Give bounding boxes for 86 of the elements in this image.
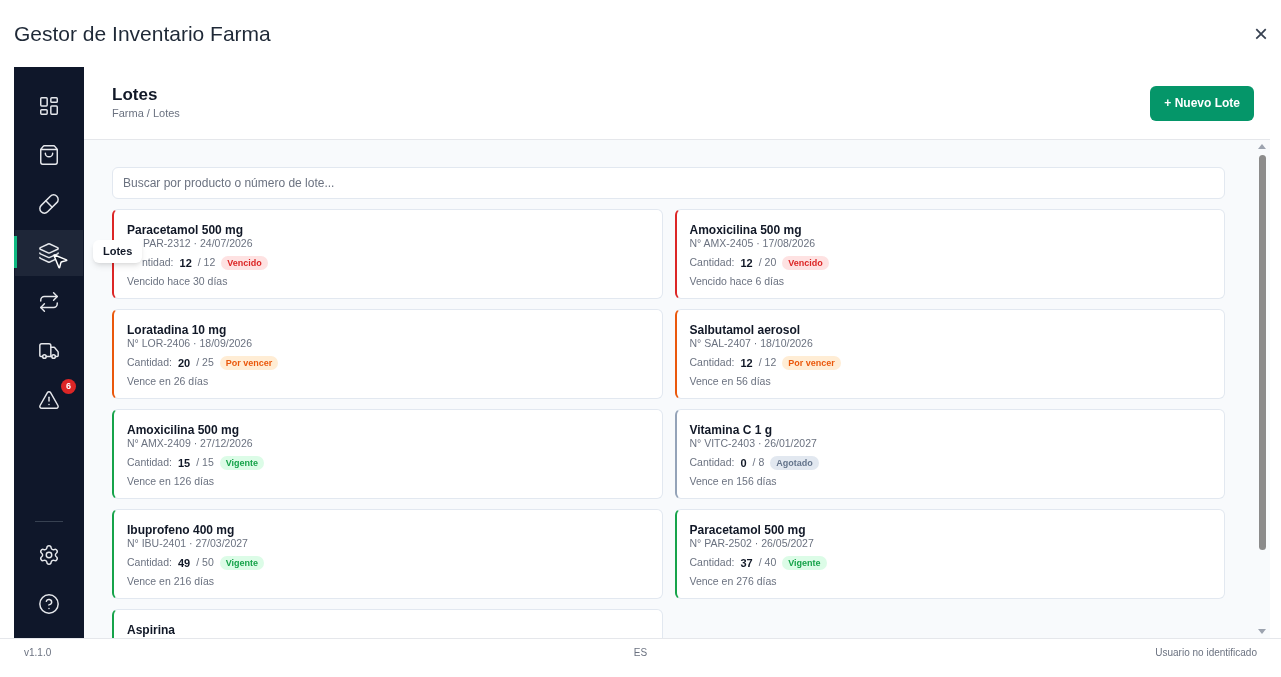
- quantity-value: 12: [740, 355, 753, 371]
- quantity-total: / 15: [196, 455, 214, 471]
- language-label: ES: [633, 645, 648, 660]
- quantity-label: Cantidad:: [689, 555, 735, 571]
- expiry-text: Vence en 156 días: [689, 475, 778, 488]
- quantity-value: 15: [177, 455, 191, 471]
- quantity-label: Cantidad:: [127, 555, 172, 571]
- cursor-icon: [51, 252, 69, 270]
- status-badge: Vigente: [219, 556, 265, 570]
- lot-card[interactable]: Aspirina: [112, 609, 663, 638]
- window-title: Gestor de Inventario Farma: [14, 20, 271, 47]
- quantity-total: / 8: [752, 455, 765, 471]
- product-name: Loratadina 10 mg: [127, 323, 228, 337]
- quantity-value: 49: [177, 555, 191, 571]
- lot-number: PAR-2312 · 24/07/2026: [142, 237, 254, 250]
- product-name: Aspirina: [127, 623, 176, 637]
- lot-number: N° LOR-2406 · 18/09/2026: [127, 337, 254, 350]
- status-badge: Agotado: [770, 456, 819, 470]
- close-button[interactable]: ×: [1251, 21, 1271, 46]
- quantity-total: / 40: [758, 555, 777, 571]
- quantity-label: Cantidad:: [689, 255, 735, 271]
- product-name: Amoxicilina 500 mg: [127, 423, 241, 437]
- quantity-value: 12: [179, 255, 192, 271]
- expiry-text: Vencido hace 6 días: [689, 275, 786, 288]
- status-badge: Por vencer: [782, 356, 841, 370]
- quantity-total: / 20: [758, 255, 777, 271]
- status-badge: Vigente: [782, 556, 827, 570]
- page-title: Lotes: [112, 84, 159, 105]
- notification-badge: 6: [61, 379, 76, 394]
- user-status: Usuario no identificado: [1155, 645, 1257, 660]
- status-badge: Vencido: [221, 256, 268, 270]
- lot-card[interactable]: Amoxicilina 500 mg N° AMX-2409 · 27/12/2026 Cantidad: 15 / 15 Vigente Vence en 126 días: [112, 409, 663, 499]
- swap-arrows-icon: [38, 290, 60, 313]
- settings-icon: [38, 543, 60, 566]
- quantity-total: / 25: [196, 355, 214, 371]
- quantity-value: 12: [740, 255, 753, 271]
- expiry-text: Vencido hace 30 días: [127, 275, 229, 288]
- expiry-text: Vence en 126 días: [127, 475, 215, 488]
- product-name: Paracetamol 500 mg: [127, 223, 245, 237]
- version-label: v1.1.0: [24, 645, 53, 660]
- lot-number: N° AMX-2409 · 27/12/2026: [127, 437, 254, 450]
- product-name: Paracetamol 500 mg: [689, 523, 807, 537]
- product-name: Amoxicilina 500 mg: [689, 223, 803, 237]
- sidebar-item[interactable]: [15, 229, 83, 276]
- pill-icon: [38, 192, 60, 215]
- status-badge: Por vencer: [219, 356, 279, 370]
- lot-card[interactable]: Ibuprofeno 400 mg N° IBU-2401 · 27/03/2027 Cantidad: 49 / 50 Vigente Vence en 216 días: [112, 509, 663, 599]
- lot-number: N° VITC-2403 · 26/01/2027: [689, 437, 818, 450]
- lot-card[interactable]: Salbutamol aerosol N° SAL-2407 · 18/10/2026 Cantidad: 12 / 12 Por vencer Vence en 56 días: [674, 309, 1225, 399]
- product-name: Salbutamol aerosol: [689, 323, 802, 337]
- product-name: Vitamina C 1 g: [689, 423, 773, 437]
- expiry-text: Vence en 26 días: [127, 375, 210, 388]
- lot-card[interactable]: Loratadina 10 mg N° LOR-2406 · 18/09/2026 Cantidad: 20 / 25 Por vencer Vence en 26 días: [112, 309, 663, 399]
- status-badge: Vencido: [782, 256, 829, 270]
- product-name: Ibuprofeno 400 mg: [127, 523, 236, 537]
- quantity-total: / 12: [197, 255, 216, 271]
- help-icon: [38, 592, 60, 615]
- quantity-total: / 12: [758, 355, 777, 371]
- layers-icon: [38, 241, 60, 264]
- quantity-label: ntidad:: [142, 255, 174, 271]
- search-field[interactable]: Buscar por producto o número de lote...: [112, 167, 1225, 199]
- quantity-value: 20: [177, 355, 191, 371]
- lot-number: N° IBU-2401 · 27/03/2027: [127, 537, 249, 550]
- quantity-label: Cantidad:: [689, 455, 735, 471]
- quantity-value: 37: [740, 555, 753, 571]
- expiry-text: Vence en 56 días: [689, 375, 772, 388]
- lot-number: N° PAR-2502 · 26/05/2027: [689, 537, 815, 550]
- status-badge: Vigente: [219, 456, 265, 470]
- lot-number: N° SAL-2407 · 18/10/2026: [689, 337, 814, 350]
- lot-number: N° AMX-2405 · 17/08/2026: [689, 237, 817, 250]
- expiry-text: Vence en 276 días: [689, 575, 778, 588]
- quantity-value: 0: [740, 455, 747, 471]
- quantity-total: / 50: [196, 555, 214, 571]
- new-lot-button[interactable]: + Nuevo Lote: [1150, 85, 1254, 121]
- expiry-text: Vence en 216 días: [127, 575, 215, 588]
- quantity-label: Cantidad:: [689, 355, 735, 371]
- quantity-label: Cantidad:: [127, 355, 172, 371]
- bag-icon: [38, 143, 60, 166]
- breadcrumb: Farma / Lotes: [112, 105, 180, 121]
- lot-card[interactable]: Vitamina C 1 g N° VITC-2403 · 26/01/2027 Cantidad: 0 / 8 Agotado Vence en 156 días: [674, 409, 1225, 499]
- lot-card[interactable]: Amoxicilina 500 mg N° AMX-2405 · 17/08/2026 Cantidad: 12 / 20 Vencido Vencido hace 6 días: [674, 209, 1225, 299]
- lot-card[interactable]: Paracetamol 500 mg N° PAR-2502 · 26/05/2027 Cantidad: 37 / 40 Vigente Vence en 276 días: [674, 509, 1225, 599]
- dashboard-icon: [38, 94, 60, 117]
- quantity-label: Cantidad:: [127, 455, 172, 471]
- tooltip: Lotes: [93, 240, 143, 263]
- warning-icon: [38, 388, 60, 411]
